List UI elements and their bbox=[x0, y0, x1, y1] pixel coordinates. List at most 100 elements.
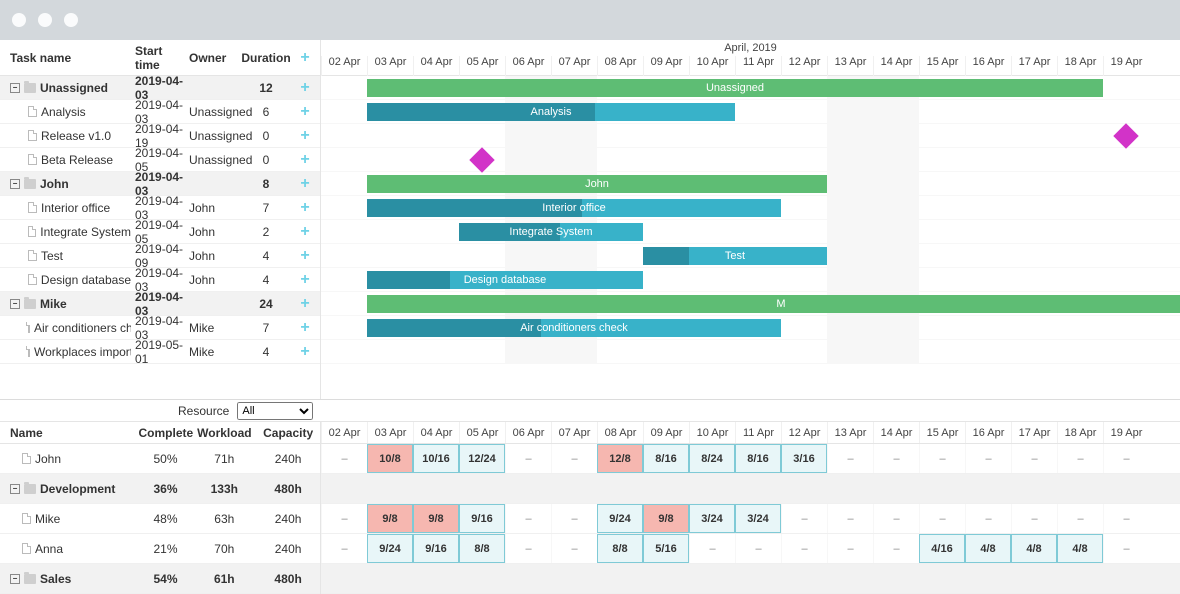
timeline-row[interactable]: John bbox=[321, 172, 1180, 196]
workload-cell[interactable]: – bbox=[827, 444, 873, 473]
milestone-marker[interactable] bbox=[1113, 123, 1138, 148]
workload-cell[interactable]: 5/16 bbox=[643, 534, 689, 563]
workload-cell[interactable]: 3/24 bbox=[735, 504, 781, 533]
resource-row[interactable]: Anna21%70h240h bbox=[0, 534, 320, 564]
workload-cell[interactable]: – bbox=[781, 534, 827, 563]
workload-cell[interactable]: – bbox=[1011, 444, 1057, 473]
gantt-group-row[interactable]: −John2019-04-038+ bbox=[0, 172, 320, 196]
timeline-row[interactable]: Analysis bbox=[321, 100, 1180, 124]
workload-cell[interactable]: – bbox=[505, 444, 551, 473]
workload-cell[interactable]: – bbox=[1011, 504, 1057, 533]
workload-cell[interactable]: 9/16 bbox=[413, 534, 459, 563]
add-task-button[interactable]: + bbox=[300, 319, 309, 336]
gantt-task-row[interactable]: Workplaces importation2019-05-01Mike4+ bbox=[0, 340, 320, 364]
add-task-button[interactable]: + bbox=[300, 103, 309, 120]
expand-toggle-icon[interactable]: − bbox=[10, 574, 20, 584]
workload-cell[interactable]: 8/8 bbox=[459, 534, 505, 563]
gantt-task-row[interactable]: Integrate System2019-04-05John2+ bbox=[0, 220, 320, 244]
gantt-timeline[interactable]: April, 2019 02 Apr03 Apr04 Apr05 Apr06 A… bbox=[321, 40, 1180, 399]
workload-cell[interactable]: – bbox=[1103, 534, 1149, 563]
workload-cell[interactable]: – bbox=[965, 444, 1011, 473]
window-dot-2[interactable] bbox=[38, 13, 52, 27]
workload-cell[interactable]: – bbox=[321, 534, 367, 563]
workload-cell[interactable]: 4/8 bbox=[1011, 534, 1057, 563]
workload-cell[interactable]: – bbox=[1103, 444, 1149, 473]
workload-cell[interactable]: – bbox=[965, 504, 1011, 533]
timeline-row[interactable] bbox=[321, 340, 1180, 364]
workload-cell[interactable]: – bbox=[321, 444, 367, 473]
gantt-task-bar[interactable]: Air conditioners check bbox=[367, 319, 781, 337]
resource-grid-right[interactable]: 02 Apr03 Apr04 Apr05 Apr06 Apr07 Apr08 A… bbox=[321, 422, 1180, 594]
timeline-row[interactable]: Air conditioners check bbox=[321, 316, 1180, 340]
add-task-button[interactable]: + bbox=[300, 127, 309, 144]
add-task-button[interactable]: + bbox=[300, 151, 309, 168]
gantt-task-row[interactable]: Air conditioners check2019-04-03Mike7+ bbox=[0, 316, 320, 340]
timeline-row[interactable]: Integrate System bbox=[321, 220, 1180, 244]
workload-cell[interactable]: 8/16 bbox=[735, 444, 781, 473]
add-task-button[interactable]: + bbox=[300, 199, 309, 216]
workload-cell[interactable]: 9/16 bbox=[459, 504, 505, 533]
workload-cell[interactable]: – bbox=[873, 534, 919, 563]
resource-row[interactable]: John50%71h240h bbox=[0, 444, 320, 474]
gantt-group-row[interactable]: −Mike2019-04-0324+ bbox=[0, 292, 320, 316]
timeline-row[interactable]: M bbox=[321, 292, 1180, 316]
workload-cell[interactable]: – bbox=[1103, 504, 1149, 533]
timeline-row[interactable]: Test bbox=[321, 244, 1180, 268]
workload-cell[interactable]: – bbox=[505, 504, 551, 533]
add-task-button[interactable]: + bbox=[300, 247, 309, 264]
workload-cell[interactable]: – bbox=[551, 504, 597, 533]
timeline-row[interactable]: Interior office bbox=[321, 196, 1180, 220]
gantt-group-row[interactable]: −Unassigned2019-04-0312+ bbox=[0, 76, 320, 100]
workload-cell[interactable]: – bbox=[781, 504, 827, 533]
workload-cell[interactable]: – bbox=[1057, 444, 1103, 473]
timeline-row[interactable]: Unassigned bbox=[321, 76, 1180, 100]
timeline-row[interactable] bbox=[321, 124, 1180, 148]
add-task-button[interactable]: + bbox=[300, 343, 309, 360]
gantt-task-bar[interactable]: Analysis bbox=[367, 103, 735, 121]
workload-cell[interactable]: 8/16 bbox=[643, 444, 689, 473]
gantt-task-bar[interactable]: Integrate System bbox=[459, 223, 643, 241]
add-task-button[interactable]: + bbox=[300, 223, 309, 240]
workload-cell[interactable]: – bbox=[1057, 504, 1103, 533]
workload-cell[interactable]: 8/24 bbox=[689, 444, 735, 473]
workload-cell[interactable]: 9/8 bbox=[413, 504, 459, 533]
expand-toggle-icon[interactable]: − bbox=[10, 179, 20, 189]
add-task-button[interactable]: + bbox=[300, 271, 309, 288]
workload-cell[interactable]: 4/8 bbox=[1057, 534, 1103, 563]
resource-row[interactable]: Mike48%63h240h bbox=[0, 504, 320, 534]
window-dot-3[interactable] bbox=[64, 13, 78, 27]
add-task-button[interactable]: + bbox=[300, 79, 309, 96]
add-column-button[interactable]: + bbox=[300, 49, 309, 66]
workload-cell[interactable]: 9/8 bbox=[367, 504, 413, 533]
workload-cell[interactable]: – bbox=[689, 534, 735, 563]
gantt-task-bar[interactable]: Interior office bbox=[367, 199, 781, 217]
expand-toggle-icon[interactable]: − bbox=[10, 484, 20, 494]
workload-cell[interactable]: 12/8 bbox=[597, 444, 643, 473]
workload-cell[interactable]: 4/16 bbox=[919, 534, 965, 563]
gantt-group-bar[interactable]: John bbox=[367, 175, 827, 193]
add-task-button[interactable]: + bbox=[300, 175, 309, 192]
workload-cell[interactable]: – bbox=[873, 504, 919, 533]
gantt-group-bar[interactable]: M bbox=[367, 295, 1180, 313]
gantt-task-row[interactable]: Release v1.02019-04-19Unassigned0+ bbox=[0, 124, 320, 148]
window-dot-1[interactable] bbox=[12, 13, 26, 27]
expand-toggle-icon[interactable]: − bbox=[10, 299, 20, 309]
gantt-task-row[interactable]: Beta Release2019-04-05Unassigned0+ bbox=[0, 148, 320, 172]
resource-filter-select[interactable]: All bbox=[237, 402, 313, 420]
workload-cell[interactable]: – bbox=[873, 444, 919, 473]
workload-cell[interactable]: 3/16 bbox=[781, 444, 827, 473]
resource-group-row[interactable]: −Sales54%61h480h bbox=[0, 564, 320, 594]
gantt-group-bar[interactable]: Unassigned bbox=[367, 79, 1103, 97]
gantt-task-bar[interactable]: Design database bbox=[367, 271, 643, 289]
workload-cell[interactable]: 3/24 bbox=[689, 504, 735, 533]
workload-cell[interactable]: – bbox=[321, 504, 367, 533]
add-task-button[interactable]: + bbox=[300, 295, 309, 312]
workload-cell[interactable]: – bbox=[551, 534, 597, 563]
workload-cell[interactable]: 10/8 bbox=[367, 444, 413, 473]
workload-cell[interactable]: – bbox=[551, 444, 597, 473]
workload-cell[interactable]: 8/8 bbox=[597, 534, 643, 563]
gantt-task-row[interactable]: Test2019-04-09John4+ bbox=[0, 244, 320, 268]
workload-cell[interactable]: 4/8 bbox=[965, 534, 1011, 563]
gantt-task-row[interactable]: Design database2019-04-03John4+ bbox=[0, 268, 320, 292]
workload-cell[interactable]: 9/8 bbox=[643, 504, 689, 533]
